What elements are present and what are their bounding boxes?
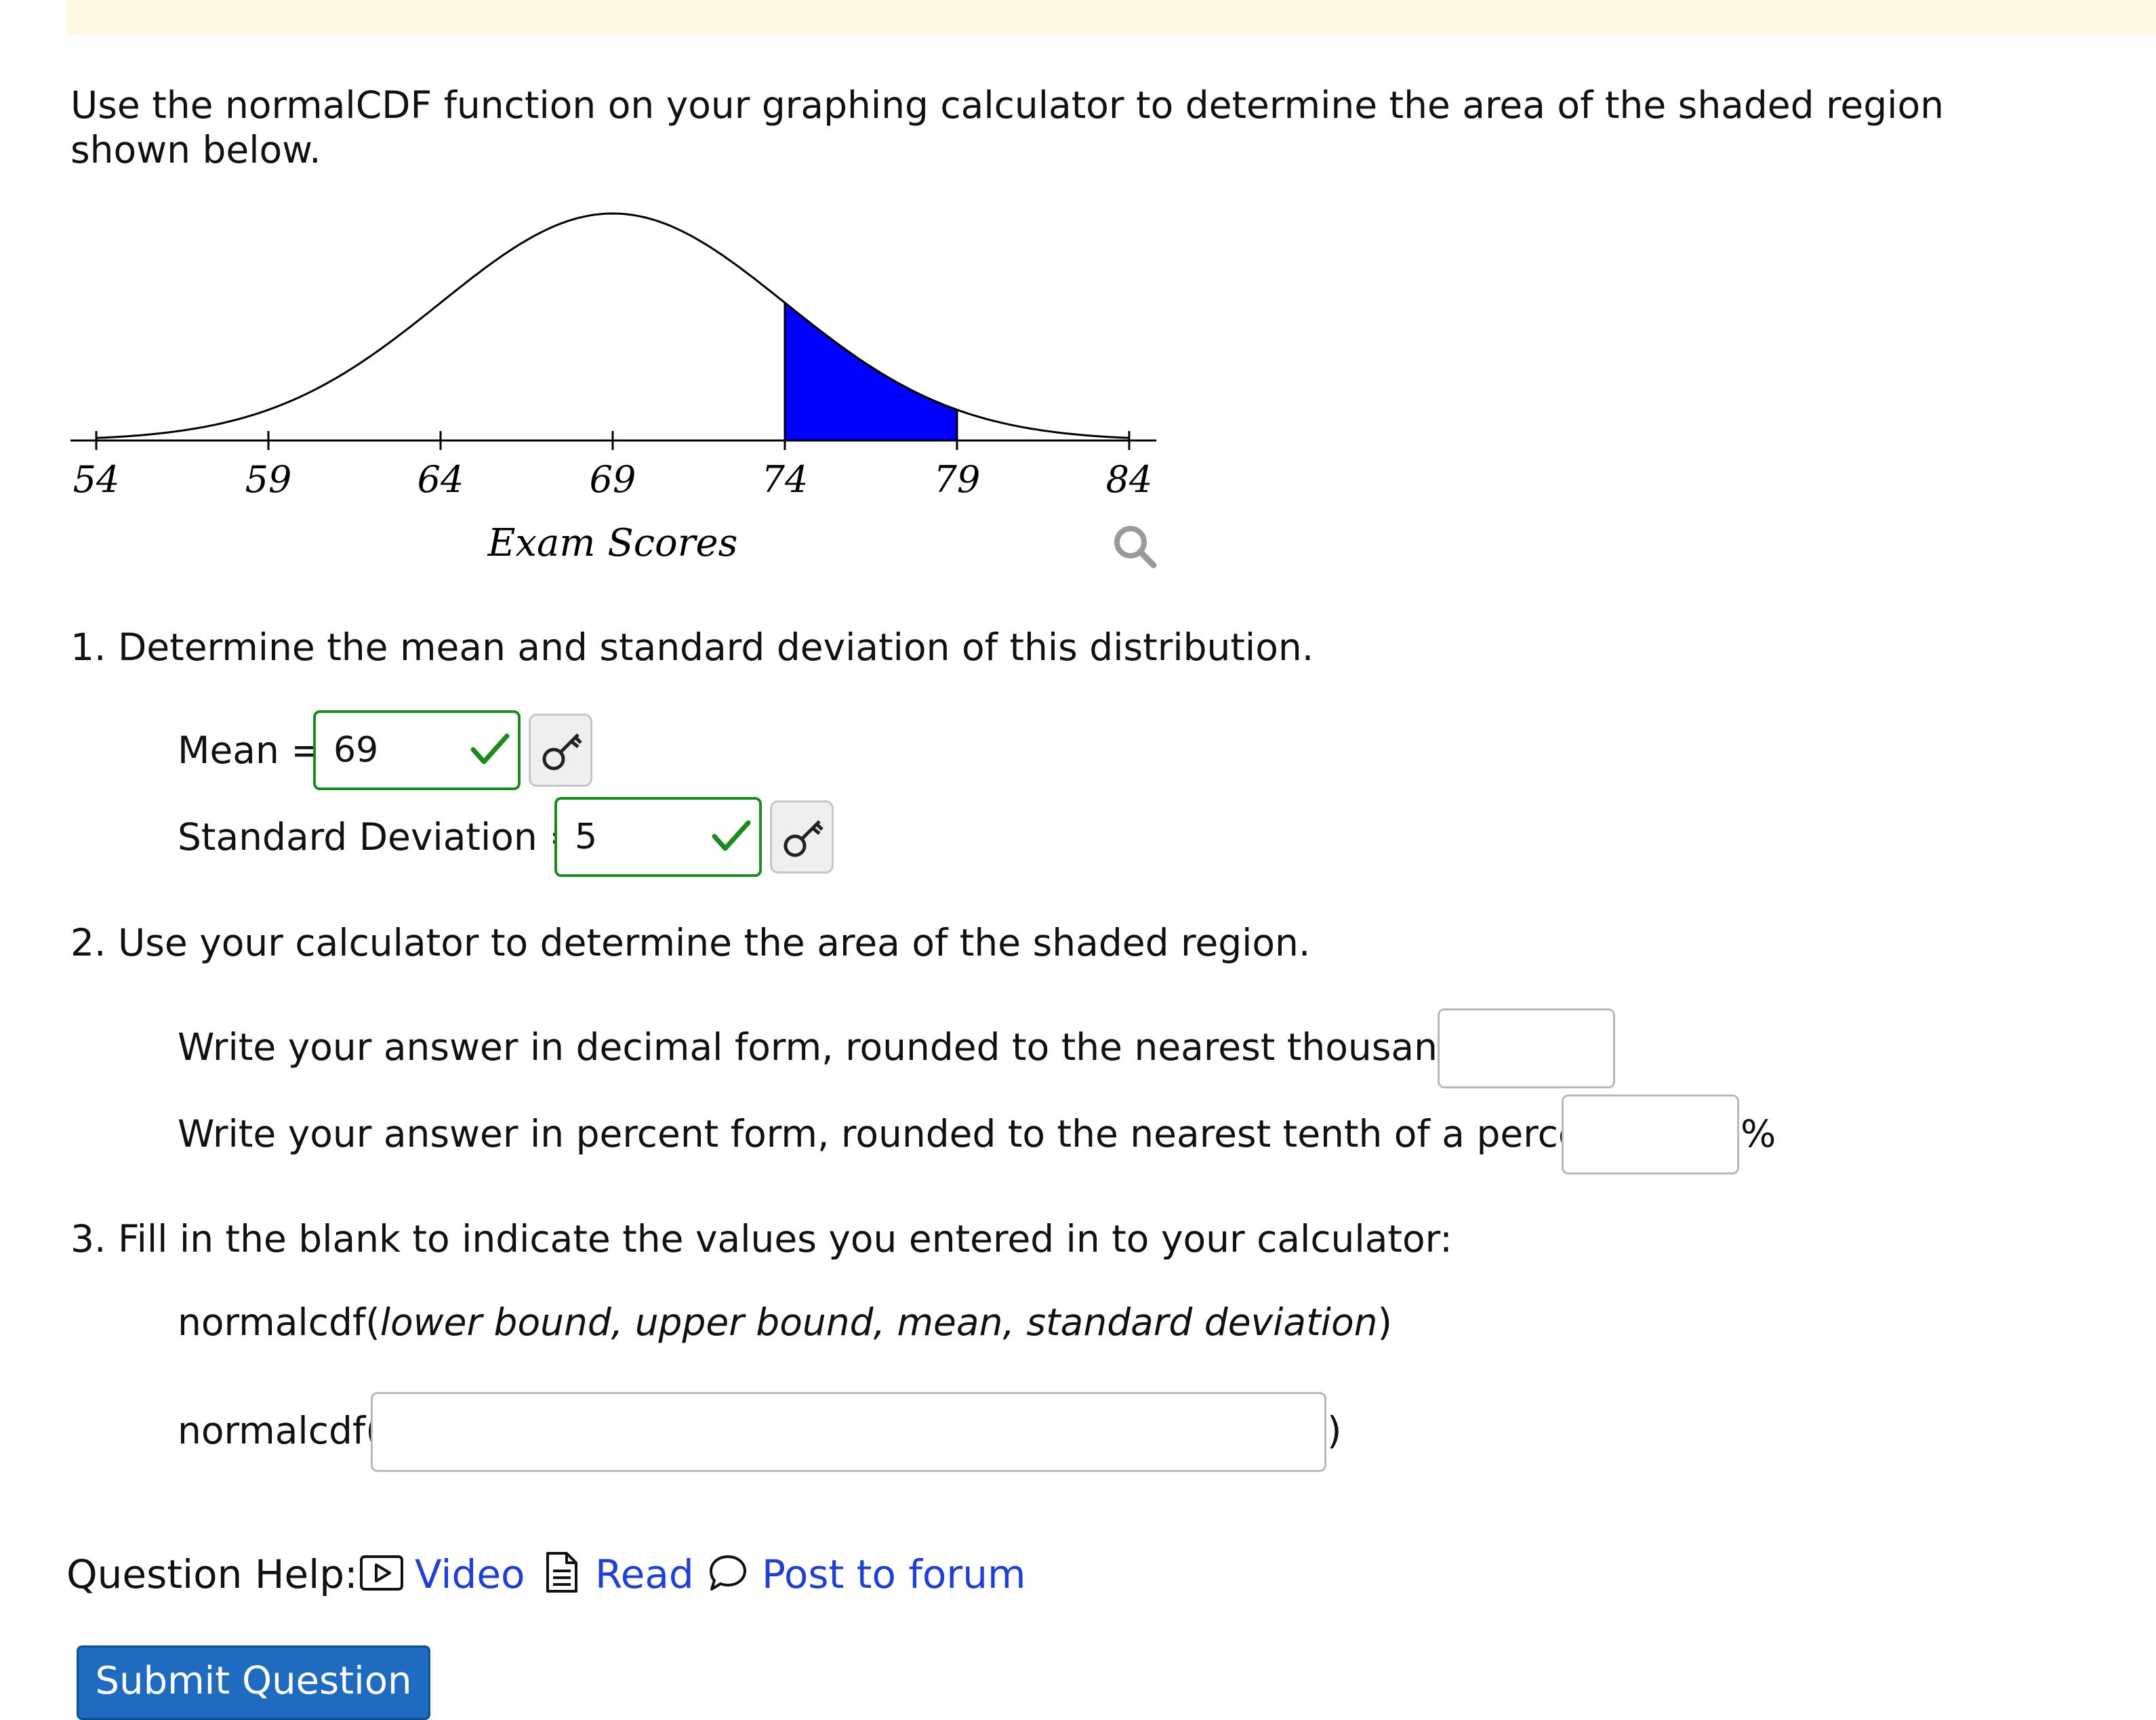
x-tick-label-74: 74	[762, 458, 809, 501]
video-icon[interactable]	[359, 1555, 404, 1591]
x-tick-label-84: 84	[1106, 458, 1153, 501]
zoom-magnifier-icon[interactable]	[1114, 526, 1157, 569]
decimal-answer-label: Write your answer in decimal form, round…	[178, 1025, 1512, 1069]
key-icon	[784, 820, 823, 857]
normal-distribution-chart: 54 59 64 69 74 79 84 Exam Scores	[70, 212, 1157, 569]
read-link[interactable]: Read	[595, 1551, 694, 1598]
document-icon[interactable]	[545, 1551, 579, 1594]
percent-sign: %	[1741, 1112, 1776, 1155]
normal-curve	[96, 212, 1130, 439]
mean-input[interactable]: 69	[313, 710, 521, 790]
normalcdf-input-prefix: normalcdf(	[178, 1409, 380, 1452]
x-tick-label-69: 69	[590, 458, 636, 501]
normalcdf-syntax: normalcdf(lower bound, upper bound, mean…	[178, 1300, 1392, 1345]
question-3-heading: 3. Fill in the blank to indicate the val…	[70, 1217, 1452, 1261]
correct-check-icon	[712, 820, 751, 851]
mean-answer-key-button[interactable]	[529, 714, 592, 787]
x-tick-label-64: 64	[418, 458, 464, 501]
question-2-heading: 2. Use your calculator to determine the …	[70, 921, 1311, 964]
video-link[interactable]: Video	[415, 1551, 525, 1598]
question-intro: Use the normalCDF function on your graph…	[70, 83, 1944, 171]
top-banner	[66, 0, 2156, 35]
x-tick-label-79: 79	[934, 458, 981, 501]
sd-answer-key-button[interactable]	[770, 800, 834, 874]
syntax-args: lower bound, upper bound, mean, standard…	[380, 1301, 1378, 1344]
question-1-heading: 1. Determine the mean and standard devia…	[70, 626, 1314, 669]
submit-question-button[interactable]: Submit Question	[77, 1645, 430, 1720]
key-icon	[542, 733, 582, 771]
mean-label: Mean =	[178, 729, 323, 772]
syntax-prefix: normalcdf(	[178, 1301, 380, 1344]
sd-value: 5	[575, 817, 598, 857]
sd-label: Standard Deviation =	[178, 815, 581, 859]
x-tick-label-54: 54	[73, 458, 120, 501]
x-axis-label: Exam Scores	[487, 521, 738, 565]
question-help-label: Question Help:	[66, 1551, 358, 1597]
chat-bubble-icon[interactable]	[708, 1553, 748, 1593]
percent-answer-input[interactable]	[1562, 1094, 1739, 1174]
x-tick-label-59: 59	[245, 458, 292, 501]
percent-answer-label: Write your answer in percent form, round…	[178, 1112, 1632, 1155]
syntax-suffix: )	[1377, 1301, 1392, 1344]
post-to-forum-link[interactable]: Post to forum	[762, 1551, 1025, 1598]
correct-check-icon	[470, 733, 510, 764]
decimal-answer-input[interactable]	[1438, 1008, 1615, 1088]
sd-input[interactable]: 5	[554, 797, 762, 877]
normalcdf-input-suffix: )	[1327, 1409, 1342, 1452]
mean-value: 69	[333, 730, 379, 771]
normalcdf-args-input[interactable]	[371, 1392, 1326, 1472]
